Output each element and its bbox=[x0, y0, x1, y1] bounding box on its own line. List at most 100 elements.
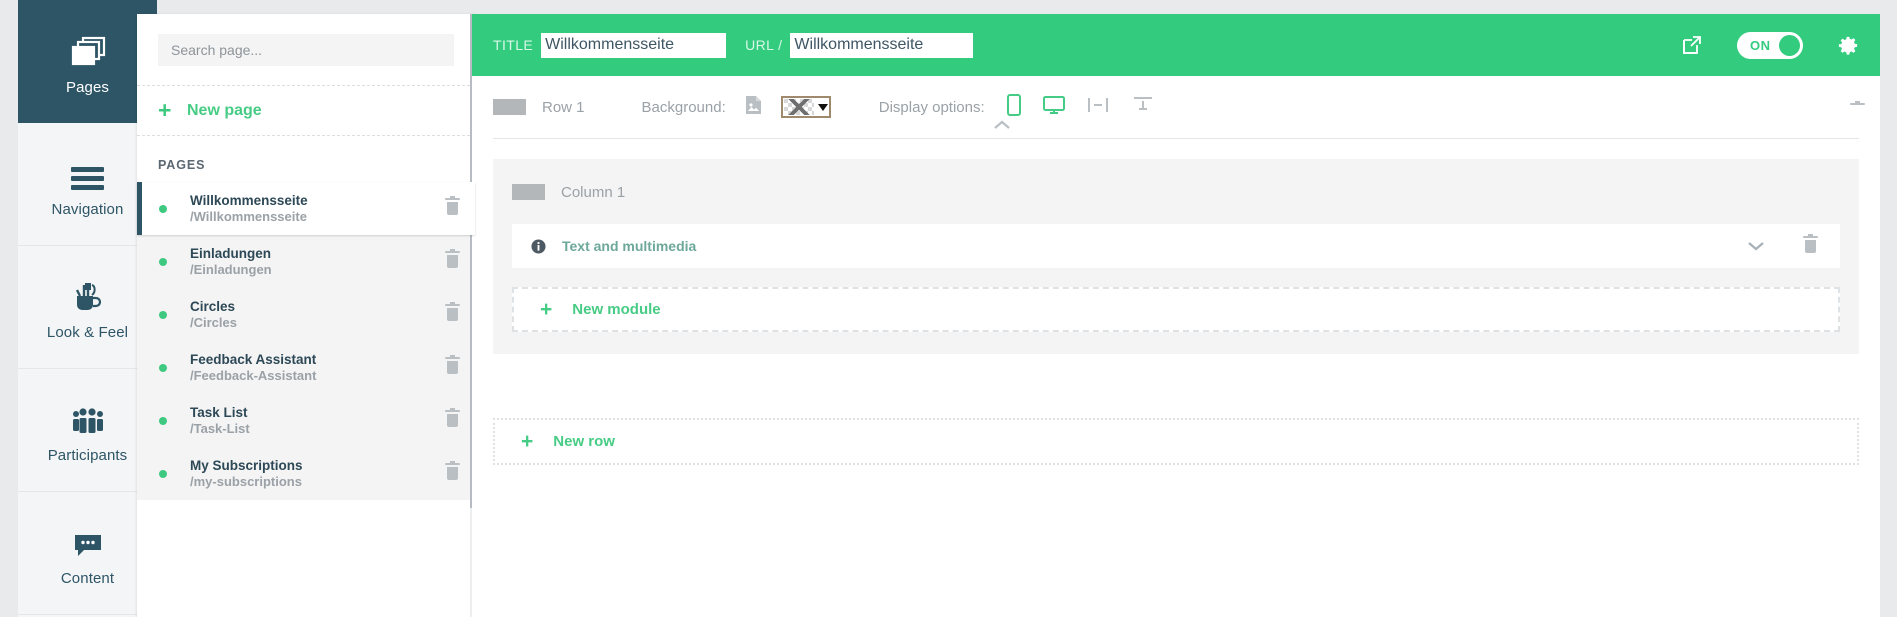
status-dot bbox=[159, 204, 167, 213]
title-input[interactable] bbox=[541, 32, 727, 58]
chevron-up-icon[interactable] bbox=[992, 118, 1012, 136]
trash-icon bbox=[444, 196, 460, 215]
title-field-group: TITLE bbox=[493, 32, 727, 58]
module-name: Text and multimedia bbox=[562, 238, 697, 254]
desktop-icon[interactable] bbox=[1042, 95, 1065, 120]
info-icon bbox=[531, 238, 546, 254]
page-editor: TITLE URL / ON bbox=[472, 14, 1880, 617]
toggle-knob bbox=[1779, 34, 1800, 56]
header-actions: ON bbox=[1681, 14, 1860, 76]
display-options-label: Display options: bbox=[878, 98, 985, 116]
list-item[interactable]: Willkommensseite /Willkommensseite bbox=[137, 182, 475, 235]
trash-icon bbox=[444, 249, 460, 268]
mobile-icon[interactable] bbox=[1006, 93, 1021, 121]
background-label: Background: bbox=[641, 98, 726, 116]
page-list: Willkommensseite /Willkommensseite Einla… bbox=[137, 182, 475, 500]
delete-page-button[interactable] bbox=[429, 408, 475, 427]
page-title: Willkommensseite bbox=[190, 192, 308, 208]
page-title: Task List bbox=[190, 404, 248, 420]
list-item[interactable]: Einladungen /Einladungen bbox=[137, 235, 475, 288]
trash-icon bbox=[444, 355, 460, 374]
page-url: /Willkommensseite bbox=[190, 208, 307, 224]
display-options: Display options: bbox=[878, 93, 1155, 121]
trash-icon bbox=[444, 302, 460, 321]
rail-item-label: Content bbox=[60, 570, 115, 587]
row-toolbar: Row 1 Background: Display options: bbox=[472, 76, 1880, 138]
pages-panel: + New page PAGES Willkommensseite /Willk… bbox=[137, 14, 475, 617]
row-body: Column 1 Text and multimedia + New modul… bbox=[493, 159, 1859, 354]
url-field-group: URL / bbox=[745, 32, 974, 58]
background-color-select[interactable] bbox=[780, 96, 831, 118]
rail-item-label: Navigation bbox=[51, 201, 124, 218]
row-name: Row 1 bbox=[542, 98, 585, 116]
full-width-icon[interactable] bbox=[1087, 95, 1109, 120]
external-link-icon[interactable] bbox=[1681, 34, 1703, 56]
speech-bubble-icon bbox=[71, 519, 105, 559]
new-module-label: New module bbox=[572, 301, 661, 318]
page-title: Einladungen bbox=[190, 245, 271, 261]
page-title: My Subscriptions bbox=[190, 457, 303, 473]
column-drag-handle[interactable] bbox=[512, 184, 545, 200]
delete-page-button[interactable] bbox=[429, 249, 475, 268]
delete-page-button[interactable] bbox=[429, 302, 475, 321]
page-url: /my-subscriptions bbox=[190, 473, 302, 489]
background-controls: Background: bbox=[642, 95, 831, 120]
new-row-button[interactable]: + New row bbox=[493, 418, 1859, 465]
rail-item-label: Participants bbox=[47, 447, 128, 464]
list-item[interactable]: Task List /Task-List bbox=[137, 394, 475, 447]
gear-icon[interactable] bbox=[1837, 34, 1860, 57]
plus-icon: + bbox=[540, 298, 553, 321]
right-gutter bbox=[1880, 0, 1897, 617]
page-url: /Circles bbox=[190, 314, 237, 330]
chevron-down-icon[interactable] bbox=[1732, 240, 1780, 252]
editor-header: TITLE URL / ON bbox=[472, 14, 1880, 76]
new-page-label: New page bbox=[187, 101, 262, 119]
image-icon[interactable] bbox=[745, 95, 762, 120]
color-swatch-none bbox=[783, 99, 814, 115]
new-module-button[interactable]: + New module bbox=[512, 287, 1840, 332]
page-url: /Task-List bbox=[190, 420, 250, 436]
column-name: Column 1 bbox=[561, 183, 626, 201]
mug-pencil-icon bbox=[71, 273, 105, 313]
page-visibility-toggle[interactable]: ON bbox=[1737, 31, 1803, 59]
toggle-label: ON bbox=[1750, 37, 1771, 53]
status-dot bbox=[159, 310, 167, 319]
column-header: Column 1 bbox=[512, 173, 1840, 211]
list-item[interactable]: My Subscriptions /my-subscriptions bbox=[137, 447, 475, 500]
hamburger-icon bbox=[71, 150, 104, 190]
toolbar-divider bbox=[493, 138, 1859, 139]
app-root: Pages Navigation Look & Feel Participant… bbox=[0, 0, 1897, 617]
pages-icon bbox=[70, 28, 106, 68]
plus-icon: + bbox=[158, 97, 172, 123]
search-wrapper bbox=[137, 14, 475, 66]
status-dot bbox=[159, 257, 167, 266]
delete-page-button[interactable] bbox=[429, 196, 475, 215]
page-url: /Feedback-Assistant bbox=[190, 367, 317, 383]
module-row[interactable]: Text and multimedia bbox=[512, 224, 1840, 268]
search-input[interactable] bbox=[158, 34, 454, 66]
url-input[interactable] bbox=[790, 32, 974, 58]
trash-icon bbox=[444, 408, 460, 427]
padding-icon[interactable] bbox=[1131, 95, 1155, 120]
rail-item-label: Pages bbox=[65, 78, 110, 96]
page-title: Circles bbox=[190, 298, 236, 314]
title-label: TITLE bbox=[493, 37, 534, 53]
new-page-button[interactable]: + New page bbox=[137, 85, 475, 136]
list-item[interactable]: Feedback Assistant /Feedback-Assistant bbox=[137, 341, 475, 394]
list-item[interactable]: Circles /Circles bbox=[137, 288, 475, 341]
url-label: URL / bbox=[745, 37, 783, 53]
chevron-down-icon bbox=[817, 103, 828, 111]
people-icon bbox=[70, 396, 106, 436]
delete-page-button[interactable] bbox=[429, 461, 475, 480]
trash-icon bbox=[1802, 233, 1818, 253]
drag-handle[interactable] bbox=[493, 99, 526, 115]
plus-icon: + bbox=[521, 430, 534, 453]
delete-module-button[interactable] bbox=[1780, 233, 1840, 253]
delete-page-button[interactable] bbox=[429, 355, 475, 374]
new-row-label: New row bbox=[553, 433, 615, 450]
status-dot bbox=[159, 363, 167, 372]
page-title: Feedback Assistant bbox=[190, 351, 317, 367]
status-dot bbox=[159, 416, 167, 425]
status-dot bbox=[159, 469, 167, 478]
page-url: /Einladungen bbox=[190, 261, 272, 277]
